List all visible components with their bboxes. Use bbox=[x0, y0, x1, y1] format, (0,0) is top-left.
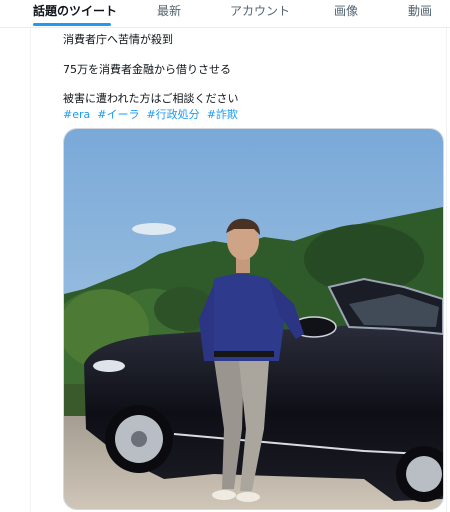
tab-top[interactable]: 話題のツイート bbox=[33, 2, 117, 19]
tab-images[interactable]: 画像 bbox=[334, 2, 358, 19]
tweet-text-line: 75万を消費者金融から借りさせる bbox=[63, 63, 231, 76]
tweet-text-line: 消費者庁へ苦情が殺到 bbox=[63, 33, 173, 46]
tweet-photo[interactable] bbox=[63, 128, 444, 510]
active-tab-indicator bbox=[33, 23, 111, 26]
hashtag-link[interactable]: #イーラ bbox=[97, 108, 139, 121]
hashtag-link[interactable]: #詐欺 bbox=[207, 108, 238, 121]
tweet-text-line: 被害に遭われた方はご相談ください bbox=[63, 92, 239, 105]
tab-accounts[interactable]: アカウント bbox=[230, 2, 290, 19]
search-tabs: 話題のツイート 最新 アカウント 画像 動画 bbox=[0, 0, 450, 28]
tweet-hashtags: #era #イーラ #行政処分 #詐欺 bbox=[63, 106, 245, 122]
photo-man-leaning-on-car bbox=[64, 129, 443, 509]
timeline-right-border bbox=[446, 27, 447, 512]
tab-videos[interactable]: 動画 bbox=[408, 2, 432, 19]
hashtag-link[interactable]: #era bbox=[63, 108, 90, 121]
timeline-left-border bbox=[30, 27, 31, 512]
tab-latest[interactable]: 最新 bbox=[157, 2, 181, 19]
hashtag-link[interactable]: #行政処分 bbox=[146, 108, 199, 121]
